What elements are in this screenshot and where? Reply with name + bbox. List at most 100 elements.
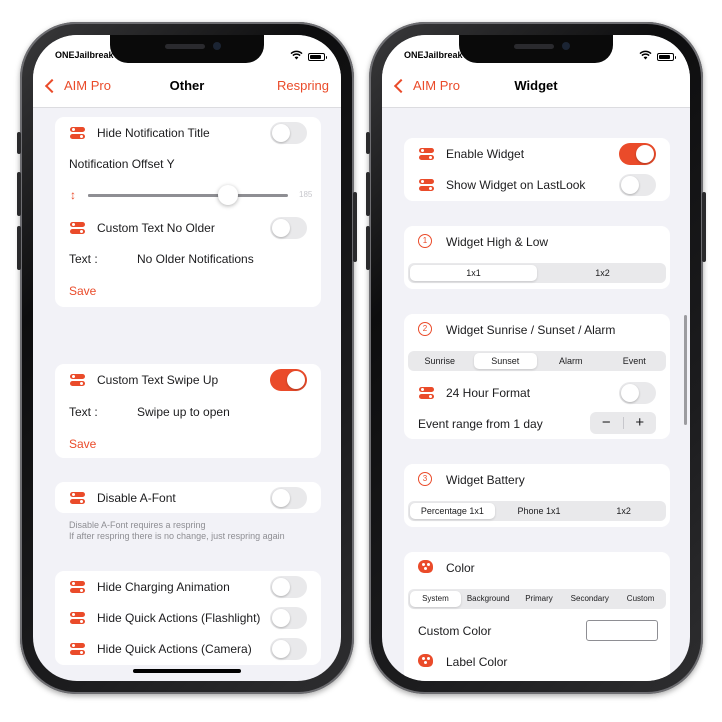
custom-text-no-older-label: Custom Text No Older <box>97 221 215 235</box>
segment-option[interactable]: Secondary <box>564 589 615 609</box>
disable-a-font-switch[interactable] <box>270 487 307 509</box>
widget-high-low-header: 1 Widget High & Low <box>404 226 670 257</box>
palette-icon <box>418 654 433 667</box>
save-button[interactable]: Save <box>69 284 96 298</box>
font-card: Disable A-Font <box>55 482 321 513</box>
event-range-label: Event range from 1 day <box>418 417 543 431</box>
battery-size-control: Percentage 1x1 Phone 1x1 1x2 <box>408 501 666 521</box>
segment-option[interactable]: Custom <box>615 589 666 609</box>
hour-format-switch[interactable] <box>619 382 656 404</box>
hide-charging-switch[interactable] <box>270 576 307 598</box>
hide-camera-switch[interactable] <box>270 638 307 660</box>
toggle-settings-icon <box>70 643 85 655</box>
custom-text-swipe-up-switch[interactable] <box>270 369 307 391</box>
volume-up-button <box>17 172 21 216</box>
segment-option[interactable]: 1x2 <box>581 501 666 521</box>
hour-format-row: 24 Hour Format <box>404 377 670 408</box>
widget-sun-alarm-title: Widget Sunrise / Sunset / Alarm <box>446 323 616 337</box>
phone-left: ONEJailbreak AIM Pro Other Respring Hide <box>17 22 357 694</box>
lastlook-row: Show Widget on LastLook <box>404 169 670 200</box>
volume-down-button <box>17 226 21 270</box>
hide-flashlight-label: Hide Quick Actions (Flashlight) <box>97 611 261 625</box>
hide-camera-label: Hide Quick Actions (Camera) <box>97 642 252 656</box>
settings-list: Enable Widget Show Widget on LastLook 1 … <box>382 108 690 681</box>
increment-button[interactable]: + <box>624 412 657 434</box>
settings-list: Hide Notification Title Notification Off… <box>33 108 341 681</box>
segment-option[interactable]: Percentage 1x1 <box>410 503 495 519</box>
custom-text-no-older-switch[interactable] <box>270 217 307 239</box>
segment-option[interactable]: Alarm <box>539 351 603 371</box>
notification-offset-slider[interactable] <box>88 185 288 205</box>
toggle-settings-icon <box>70 127 85 139</box>
hide-notification-title-switch[interactable] <box>270 122 307 144</box>
color-header: Color <box>404 552 670 583</box>
segment-option[interactable]: System <box>410 591 461 607</box>
scroll-indicator[interactable] <box>684 315 687 425</box>
number-circle-icon: 2 <box>418 322 432 336</box>
save-button[interactable]: Save <box>69 437 96 451</box>
toggle-settings-icon <box>70 581 85 593</box>
segment-option[interactable]: Sunset <box>473 353 537 369</box>
notification-settings-card: Hide Notification Title Notification Off… <box>55 117 321 307</box>
segment-option[interactable]: Phone 1x1 <box>497 501 582 521</box>
mute-switch <box>17 132 21 154</box>
color-mode-control: System Background Primary Secondary Cust… <box>408 589 666 609</box>
color-title: Color <box>446 561 475 575</box>
widget-battery-card: 3 Widget Battery Percentage 1x1 Phone 1x… <box>404 464 670 527</box>
widget-battery-title: Widget Battery <box>446 473 525 487</box>
swipe-up-card: Custom Text Swipe Up Text : Swipe up to … <box>55 364 321 458</box>
lastlook-switch[interactable] <box>619 174 656 196</box>
slider-value: 185 <box>299 190 313 199</box>
no-older-text-field[interactable]: No Older Notifications <box>137 252 254 266</box>
wifi-icon <box>639 50 652 63</box>
segment-option[interactable]: Primary <box>514 589 565 609</box>
home-indicator[interactable] <box>133 669 241 673</box>
hide-camera-row: Hide Quick Actions (Camera) <box>55 633 321 664</box>
swipe-up-text-field[interactable]: Swipe up to open <box>137 405 230 419</box>
battery-icon <box>657 52 676 61</box>
toggle-settings-icon <box>419 387 434 399</box>
segment-option[interactable]: Sunrise <box>408 351 472 371</box>
hide-flashlight-row: Hide Quick Actions (Flashlight) <box>55 602 321 633</box>
segment-option[interactable]: Event <box>603 351 667 371</box>
power-button <box>353 192 357 262</box>
widget-sun-alarm-header: 2 Widget Sunrise / Sunset / Alarm <box>404 314 670 345</box>
custom-color-field[interactable] <box>586 620 658 641</box>
carrier-label: ONEJailbreak <box>55 50 114 60</box>
lastlook-label: Show Widget on LastLook <box>446 178 586 192</box>
screen-left: ONEJailbreak AIM Pro Other Respring Hide <box>33 35 341 681</box>
hide-charging-row: Hide Charging Animation <box>55 571 321 602</box>
respring-button[interactable]: Respring <box>277 78 329 93</box>
toggle-settings-icon <box>70 374 85 386</box>
widget-high-low-card: 1 Widget High & Low 1x1 1x2 <box>404 226 670 289</box>
power-button <box>702 192 706 262</box>
slider-knob[interactable] <box>218 185 238 205</box>
hide-flashlight-switch[interactable] <box>270 607 307 629</box>
notch <box>459 35 613 63</box>
enable-widget-row: Enable Widget <box>404 138 670 169</box>
decrement-button[interactable]: − <box>590 412 623 434</box>
toggle-settings-icon <box>419 179 434 191</box>
vertical-arrows-icon: ↕ <box>70 188 76 202</box>
navigation-bar: AIM Pro Other Respring <box>33 65 341 108</box>
hide-actions-card: Hide Charging Animation Hide Quick Actio… <box>55 571 321 665</box>
screen-right: ONEJailbreak AIM Pro Widget Enable Widge… <box>382 35 690 681</box>
toggle-settings-icon <box>419 148 434 160</box>
widget-toggle-card: Enable Widget Show Widget on LastLook <box>404 138 670 201</box>
enable-widget-switch[interactable] <box>619 143 656 165</box>
mute-switch <box>366 132 370 154</box>
segment-option[interactable]: 1x1 <box>410 265 537 281</box>
widget-battery-header: 3 Widget Battery <box>404 464 670 495</box>
label-color-row: Label Color <box>404 646 670 677</box>
hide-notification-title-row: Hide Notification Title <box>55 117 321 148</box>
footer-line: Disable A-Font requires a respring <box>69 520 206 530</box>
volume-down-button <box>366 226 370 270</box>
hide-charging-label: Hide Charging Animation <box>97 580 230 594</box>
battery-icon <box>308 52 327 61</box>
segment-option[interactable]: 1x2 <box>539 263 666 283</box>
hide-notification-title-label: Hide Notification Title <box>97 126 210 140</box>
custom-text-swipe-up-row: Custom Text Swipe Up <box>55 364 321 395</box>
number-circle-icon: 1 <box>418 234 432 248</box>
segment-option[interactable]: Background <box>463 589 514 609</box>
color-card: Color System Background Primary Secondar… <box>404 552 670 681</box>
